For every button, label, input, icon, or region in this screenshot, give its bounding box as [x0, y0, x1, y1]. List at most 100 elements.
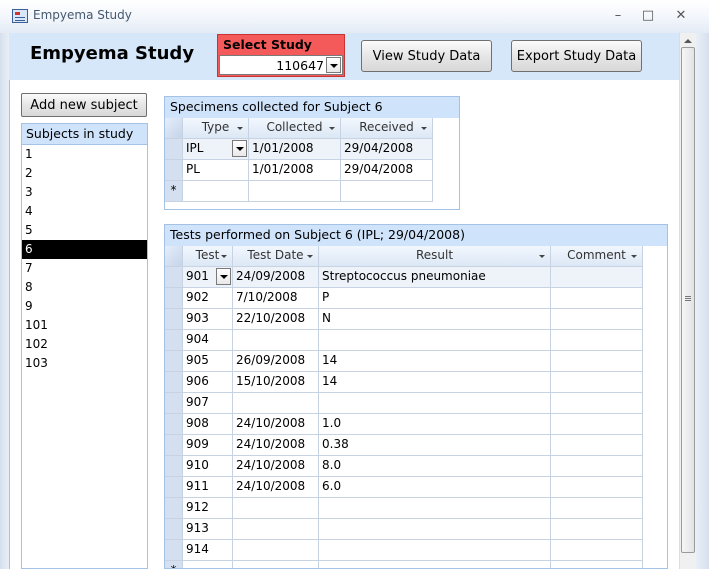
table-cell[interactable]	[551, 309, 643, 330]
table-cell[interactable]	[233, 519, 319, 540]
table-cell[interactable]	[233, 330, 319, 351]
column-header[interactable]: Comment	[551, 246, 643, 267]
table-cell[interactable]: 902	[183, 288, 233, 309]
table-cell[interactable]: 907	[183, 393, 233, 414]
row-selector[interactable]	[165, 435, 183, 456]
table-cell[interactable]	[319, 393, 551, 414]
chevron-down-icon[interactable]	[237, 127, 243, 130]
chevron-down-icon[interactable]	[329, 127, 335, 130]
column-header[interactable]: Type	[183, 118, 249, 139]
column-header[interactable]: Collected	[249, 118, 341, 139]
table-cell[interactable]	[183, 181, 249, 202]
table-cell[interactable]: 903	[183, 309, 233, 330]
close-icon[interactable]: ✕	[670, 6, 692, 26]
row-selector[interactable]	[165, 309, 183, 330]
table-cell[interactable]	[319, 498, 551, 519]
table-cell[interactable]	[551, 456, 643, 477]
table-cell[interactable]: 24/09/2008	[233, 267, 319, 288]
add-new-subject-button[interactable]: Add new subject	[21, 93, 147, 117]
table-cell[interactable]	[551, 561, 643, 568]
list-item[interactable]: 1	[22, 145, 147, 164]
list-item[interactable]: 7	[22, 259, 147, 278]
table-cell[interactable]	[551, 477, 643, 498]
list-item[interactable]: 9	[22, 297, 147, 316]
row-selector[interactable]	[165, 477, 183, 498]
table-cell[interactable]: 913	[183, 519, 233, 540]
chevron-down-icon[interactable]	[539, 255, 545, 258]
table-cell[interactable]	[551, 435, 643, 456]
table-cell[interactable]: IPL	[183, 139, 249, 160]
view-study-data-button[interactable]: View Study Data	[361, 40, 492, 72]
list-item[interactable]: 3	[22, 183, 147, 202]
chevron-down-icon[interactable]	[221, 255, 227, 258]
table-cell[interactable]: 24/10/2008	[233, 414, 319, 435]
column-header[interactable]: Result	[319, 246, 551, 267]
chevron-down-icon[interactable]	[631, 255, 637, 258]
list-item[interactable]: 2	[22, 164, 147, 183]
chevron-down-icon[interactable]	[326, 57, 341, 73]
row-selector[interactable]	[165, 372, 183, 393]
chevron-down-icon[interactable]	[307, 255, 313, 258]
list-item[interactable]: 101	[22, 316, 147, 335]
table-cell[interactable]: 904	[183, 330, 233, 351]
table-cell[interactable]	[551, 351, 643, 372]
row-selector[interactable]	[165, 351, 183, 372]
table-cell[interactable]: 26/09/2008	[233, 351, 319, 372]
scrollbar-thumb[interactable]	[681, 47, 695, 553]
table-cell[interactable]	[551, 519, 643, 540]
table-cell[interactable]	[551, 330, 643, 351]
row-selector[interactable]	[165, 456, 183, 477]
table-cell[interactable]	[551, 393, 643, 414]
table-cell[interactable]: 911	[183, 477, 233, 498]
table-cell[interactable]	[551, 540, 643, 561]
table-cell[interactable]	[183, 561, 233, 568]
table-cell[interactable]	[233, 540, 319, 561]
row-selector[interactable]	[165, 330, 183, 351]
select-all-corner[interactable]	[165, 118, 183, 139]
row-selector[interactable]	[165, 160, 183, 181]
table-cell[interactable]: 905	[183, 351, 233, 372]
table-cell[interactable]: 1/01/2008	[249, 139, 341, 160]
table-cell[interactable]	[551, 372, 643, 393]
list-item[interactable]: 6	[22, 240, 147, 259]
table-cell[interactable]: 24/10/2008	[233, 477, 319, 498]
table-cell[interactable]	[249, 181, 341, 202]
table-cell[interactable]: 0.38	[319, 435, 551, 456]
list-item[interactable]: 5	[22, 221, 147, 240]
table-cell[interactable]: 910	[183, 456, 233, 477]
column-header[interactable]: Test Date	[233, 246, 319, 267]
row-selector[interactable]	[165, 393, 183, 414]
table-cell[interactable]: 8.0	[319, 456, 551, 477]
column-header[interactable]: Test	[183, 246, 233, 267]
table-cell[interactable]: 14	[319, 351, 551, 372]
table-cell[interactable]: 24/10/2008	[233, 456, 319, 477]
table-cell[interactable]: P	[319, 288, 551, 309]
select-all-corner[interactable]	[165, 246, 183, 267]
row-selector[interactable]	[165, 414, 183, 435]
table-cell[interactable]	[319, 540, 551, 561]
table-cell[interactable]: 29/04/2008	[341, 139, 433, 160]
chevron-down-icon[interactable]	[216, 268, 231, 285]
table-cell[interactable]	[233, 561, 319, 568]
chevron-down-icon[interactable]	[232, 140, 247, 157]
row-selector[interactable]	[165, 267, 183, 288]
table-cell[interactable]	[551, 267, 643, 288]
table-cell[interactable]: 24/10/2008	[233, 435, 319, 456]
table-cell[interactable]	[319, 330, 551, 351]
table-cell[interactable]: Streptococcus pneumoniae	[319, 267, 551, 288]
column-header[interactable]: Received	[341, 118, 433, 139]
table-cell[interactable]: PL	[183, 160, 249, 181]
table-cell[interactable]: 14	[319, 372, 551, 393]
export-study-data-button[interactable]: Export Study Data	[511, 40, 642, 72]
table-cell[interactable]: 7/10/2008	[233, 288, 319, 309]
table-cell[interactable]: 1/01/2008	[249, 160, 341, 181]
table-cell[interactable]: 914	[183, 540, 233, 561]
select-study-combobox[interactable]: 110647	[219, 55, 343, 75]
table-cell[interactable]: 15/10/2008	[233, 372, 319, 393]
row-selector[interactable]	[165, 540, 183, 561]
table-cell[interactable]: 6.0	[319, 477, 551, 498]
table-cell[interactable]	[341, 181, 433, 202]
minimize-icon[interactable]: –	[607, 6, 629, 26]
table-cell[interactable]: 908	[183, 414, 233, 435]
table-cell[interactable]: 22/10/2008	[233, 309, 319, 330]
